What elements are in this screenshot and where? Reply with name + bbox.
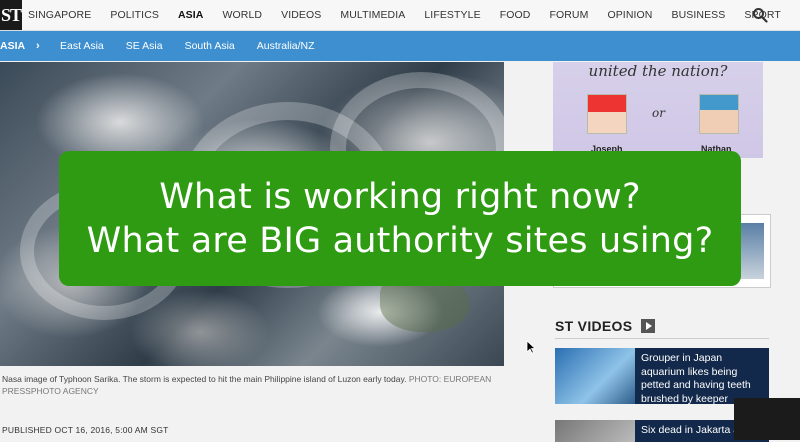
nav-item-lifestyle[interactable]: LIFESTYLE bbox=[424, 9, 480, 21]
nav-item-world[interactable]: WORLD bbox=[223, 9, 263, 21]
st-videos-heading[interactable]: ST VIDEOS bbox=[555, 318, 632, 334]
subnav-item-se-asia[interactable]: SE Asia bbox=[126, 40, 163, 52]
subnav-section-label[interactable]: ASIA bbox=[0, 31, 25, 61]
top-nav-list: SINGAPORE POLITICS ASIA WORLD VIDEOS MULTIMED… bbox=[28, 0, 800, 30]
nav-item-forum[interactable]: FORUM bbox=[549, 9, 588, 21]
divider bbox=[555, 338, 769, 339]
video-thumbnail bbox=[555, 348, 635, 404]
photo-caption: Nasa image of Typhoon Sarika. The storm … bbox=[2, 373, 502, 397]
subnav-item-east-asia[interactable]: East Asia bbox=[60, 40, 104, 52]
nav-item-business[interactable]: BUSINESS bbox=[671, 9, 725, 21]
sub-nav-list: East Asia SE Asia South Asia Australia/NZ bbox=[60, 31, 337, 61]
video-item[interactable]: Grouper in Japan aquarium likes being pe… bbox=[555, 348, 769, 404]
poll-question: united the nation? bbox=[553, 62, 763, 80]
caption-text: Nasa image of Typhoon Sarika. The storm … bbox=[2, 374, 406, 384]
overlay-line-1: What is working right now? bbox=[159, 175, 640, 219]
poll-or: or bbox=[652, 106, 665, 120]
nav-item-singapore[interactable]: SINGAPORE bbox=[28, 9, 91, 21]
candidate-photo-2[interactable] bbox=[699, 94, 739, 134]
nav-item-asia[interactable]: ASIA bbox=[178, 9, 204, 21]
nav-item-multimedia[interactable]: MULTIMEDIA bbox=[340, 9, 405, 21]
dark-corner-panel bbox=[734, 398, 800, 440]
published-date: PUBLISHED OCT 16, 2016, 5:00 AM SGT bbox=[2, 425, 169, 435]
nav-item-opinion[interactable]: OPINION bbox=[607, 9, 652, 21]
candidate-photo-1[interactable] bbox=[587, 94, 627, 134]
chevron-right-icon: › bbox=[36, 31, 40, 61]
play-icon[interactable] bbox=[641, 319, 655, 333]
headline-overlay: What is working right now? What are BIG … bbox=[59, 151, 741, 286]
overlay-line-2: What are BIG authority sites using? bbox=[87, 219, 714, 263]
video-thumbnail bbox=[555, 420, 635, 442]
subnav-item-south-asia[interactable]: South Asia bbox=[185, 40, 235, 52]
site-logo[interactable]: ST bbox=[0, 0, 22, 30]
mouse-cursor-icon bbox=[526, 340, 536, 354]
sub-nav: ASIA › East Asia SE Asia South Asia Austral… bbox=[0, 31, 800, 61]
nav-item-videos[interactable]: VIDEOS bbox=[281, 9, 321, 21]
nav-item-politics[interactable]: POLITICS bbox=[110, 9, 159, 21]
nav-item-food[interactable]: FOOD bbox=[500, 9, 531, 21]
search-icon[interactable] bbox=[752, 7, 768, 23]
poll-widget: united the nation? or Joseph Nathan bbox=[553, 62, 763, 158]
subnav-item-australia-nz[interactable]: Australia/NZ bbox=[257, 40, 315, 52]
top-nav: ST SINGAPORE POLITICS ASIA WORLD VIDEOS MULTI… bbox=[0, 0, 800, 31]
